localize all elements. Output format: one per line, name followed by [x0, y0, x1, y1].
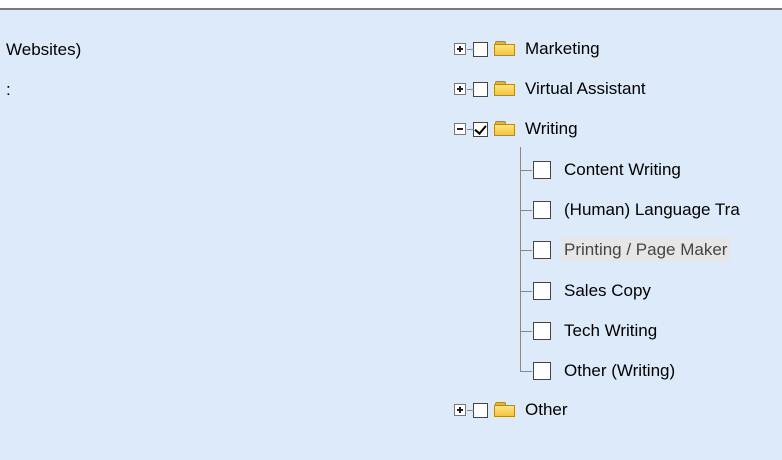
- expand-icon[interactable]: [454, 83, 466, 95]
- expand-icon[interactable]: [454, 404, 466, 416]
- tree-label-printing-page-maker[interactable]: Printing / Page Maker: [561, 238, 731, 262]
- tree-connector: [467, 129, 474, 130]
- tree-label-tech-writing[interactable]: Tech Writing: [561, 319, 660, 343]
- tree-connector: [520, 371, 532, 372]
- tree-label-marketing[interactable]: Marketing: [522, 37, 603, 61]
- checkbox-writing[interactable]: [473, 121, 488, 137]
- checkbox-language-translation[interactable]: [533, 201, 551, 219]
- checkbox-sales-copy[interactable]: [533, 282, 551, 300]
- tree-label-language-translation[interactable]: (Human) Language Tra: [561, 198, 743, 222]
- tree-label-content-writing[interactable]: Content Writing: [561, 158, 684, 182]
- checkbox-printing-page-maker[interactable]: [533, 241, 551, 259]
- tree-child-printing-page-maker[interactable]: Printing / Page Maker: [533, 235, 731, 265]
- checkbox-marketing[interactable]: [473, 41, 488, 57]
- tree-label-writing[interactable]: Writing: [522, 117, 581, 141]
- left-text-line-1: Websites): [6, 40, 82, 59]
- checkbox-other[interactable]: [473, 402, 488, 418]
- tree-connector: [467, 89, 474, 90]
- folder-icon: [494, 81, 516, 97]
- folder-icon: [494, 121, 516, 137]
- folder-icon: [494, 41, 516, 57]
- tree-label-other[interactable]: Other: [522, 398, 571, 422]
- checkbox-other-writing[interactable]: [533, 362, 551, 380]
- tree-connector: [520, 291, 532, 292]
- tree-child-sales-copy[interactable]: Sales Copy: [533, 276, 654, 306]
- left-text-line-2: :: [6, 80, 11, 99]
- tree-child-other-writing[interactable]: Other (Writing): [533, 356, 678, 386]
- collapse-icon[interactable]: [454, 123, 466, 135]
- checkbox-tech-writing[interactable]: [533, 322, 551, 340]
- tree-child-language-translation[interactable]: (Human) Language Tra: [533, 195, 743, 225]
- tree-node-marketing[interactable]: Marketing: [454, 34, 603, 64]
- tree-child-tech-writing[interactable]: Tech Writing: [533, 316, 660, 346]
- tree-guide-line: [520, 147, 521, 372]
- checkmark-icon: [474, 121, 487, 135]
- tree-connector: [467, 49, 474, 50]
- tree-child-content-writing[interactable]: Content Writing: [533, 155, 684, 185]
- checkbox-virtual-assistant[interactable]: [473, 81, 488, 97]
- tree-label-other-writing[interactable]: Other (Writing): [561, 359, 678, 383]
- expand-icon[interactable]: [454, 43, 466, 55]
- folder-icon: [494, 402, 516, 418]
- tree-connector: [520, 250, 532, 251]
- tree-node-virtual-assistant[interactable]: Virtual Assistant: [454, 74, 649, 104]
- tree-connector: [520, 170, 532, 171]
- tree-label-sales-copy[interactable]: Sales Copy: [561, 279, 654, 303]
- tree-connector: [520, 210, 532, 211]
- tree-label-virtual-assistant[interactable]: Virtual Assistant: [522, 77, 649, 101]
- tree-connector: [467, 410, 474, 411]
- checkbox-content-writing[interactable]: [533, 161, 551, 179]
- tree-connector: [520, 331, 532, 332]
